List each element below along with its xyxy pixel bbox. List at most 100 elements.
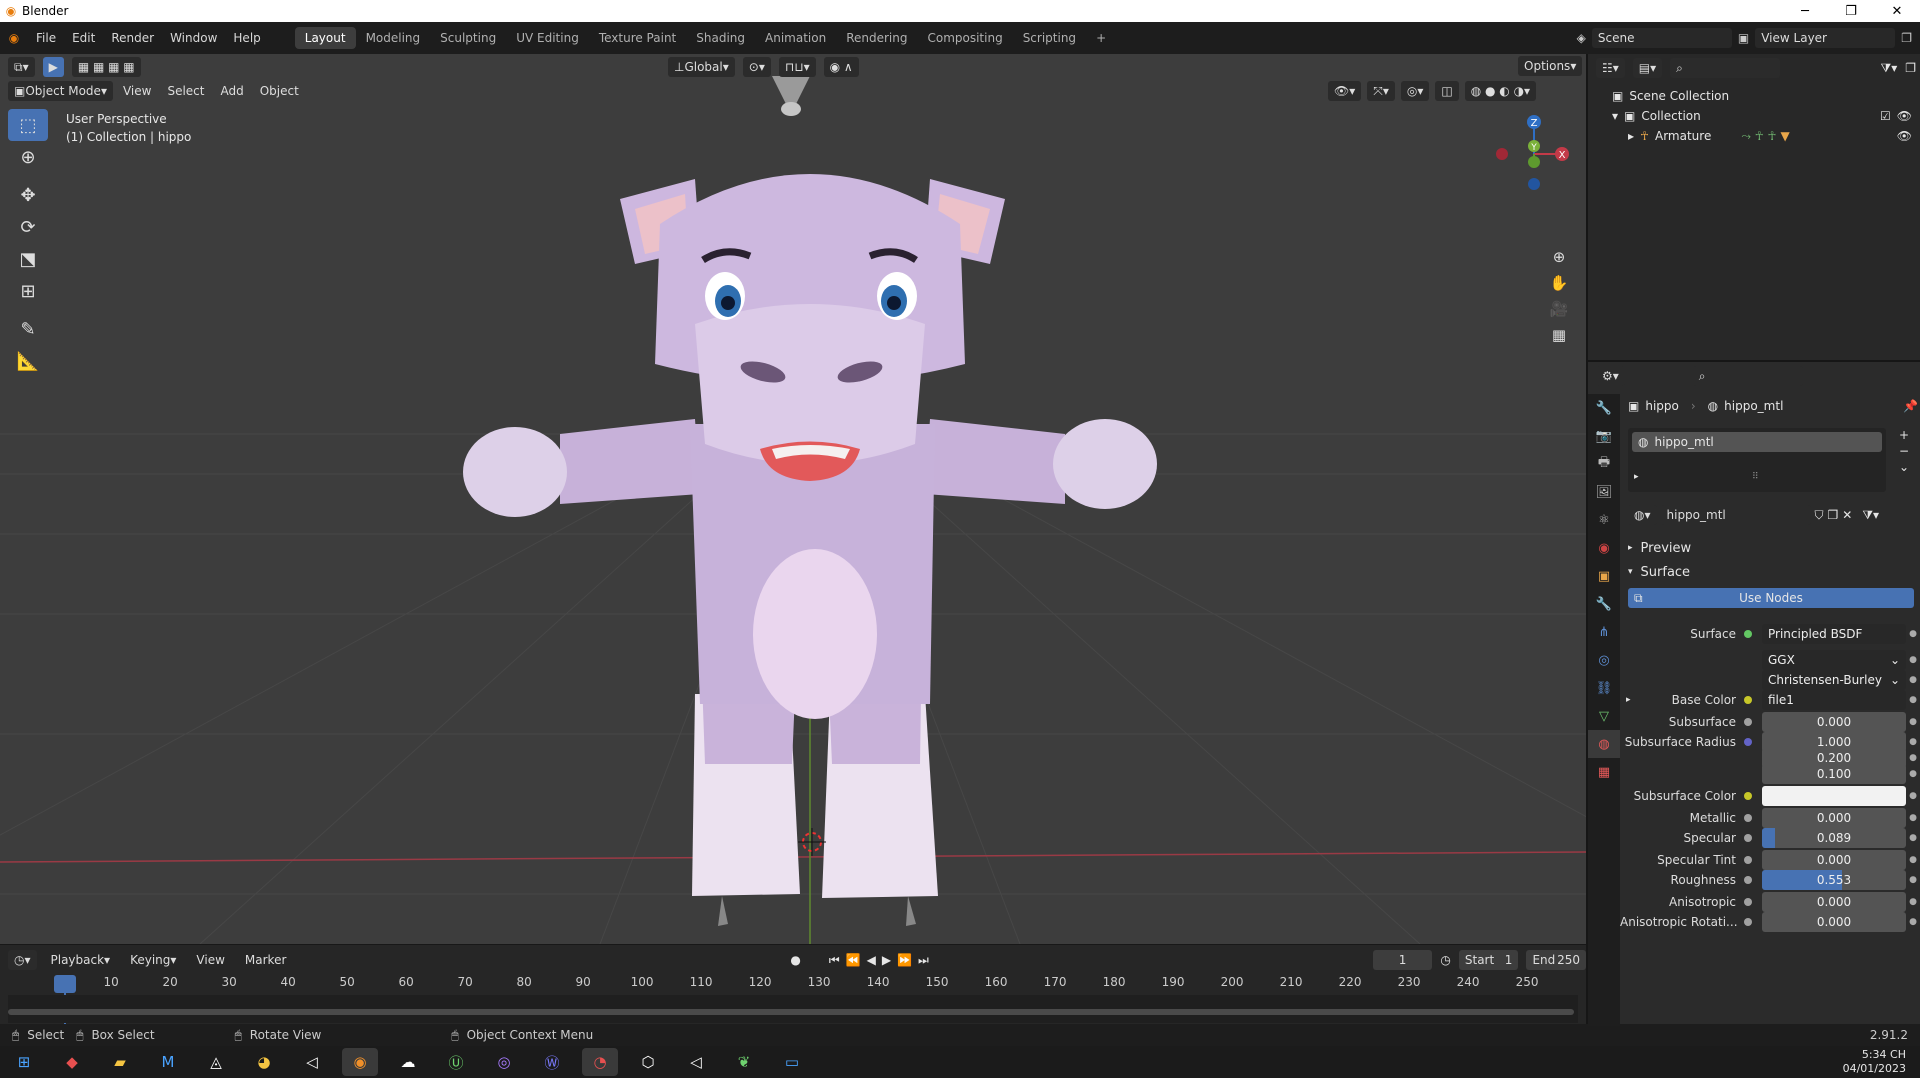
unlink-material-icon[interactable]: ✕ <box>1842 508 1852 522</box>
blender-taskbar-icon[interactable]: ◉ <box>342 1048 378 1076</box>
socket-icon[interactable] <box>1744 754 1752 762</box>
data-tab-icon[interactable]: ▽ <box>1588 702 1620 730</box>
app-cloud-icon[interactable]: ☁ <box>390 1048 426 1076</box>
outliner-editor-type-icon[interactable]: ☷▾ <box>1596 58 1625 78</box>
dropdown-field[interactable]: GGX ⌄ <box>1762 650 1906 670</box>
preview-panel-header[interactable]: ▸ Preview <box>1628 538 1691 558</box>
list-resize-handle-icon[interactable]: ⠿ <box>1752 472 1759 482</box>
expand-right-icon[interactable]: ▸ <box>1628 129 1634 143</box>
constraints-tab-icon[interactable]: ⛓ <box>1588 674 1620 702</box>
socket-icon[interactable] <box>1744 696 1752 704</box>
frame-ruler[interactable]: 1102030405060708090100110120130140150160… <box>8 975 1578 995</box>
tab-compositing[interactable]: Compositing <box>917 27 1012 49</box>
keyframe-dot-icon[interactable]: ● <box>1906 769 1920 779</box>
playhead[interactable] <box>54 975 76 993</box>
tab-sculpting[interactable]: Sculpting <box>430 27 506 49</box>
start-frame-field[interactable]: Start 1 <box>1458 950 1519 970</box>
tab-texture-paint[interactable]: Texture Paint <box>589 27 686 49</box>
socket-icon[interactable] <box>1744 718 1752 726</box>
output-tab-icon[interactable]: 🖶 <box>1588 450 1620 478</box>
app-m-icon[interactable]: M <box>150 1048 186 1076</box>
app-window-icon[interactable]: ▭ <box>774 1048 810 1076</box>
keyframe-dot-icon[interactable]: ● <box>1906 855 1920 865</box>
proportional-edit-icon[interactable]: ◉ ∧ <box>823 57 859 77</box>
app-u-icon[interactable]: Ⓤ <box>438 1048 474 1076</box>
modifier-tab-icon[interactable]: 🔧 <box>1588 590 1620 618</box>
numeric-slider[interactable]: 0.000 <box>1762 850 1906 870</box>
select-box-tool-icon[interactable]: ⬚ <box>8 109 48 141</box>
numeric-slider[interactable]: 0.000 <box>1762 892 1906 912</box>
keyframe-dot-icon[interactable]: ● <box>1906 833 1920 843</box>
zoom-icon[interactable]: ⊕ <box>1546 244 1572 270</box>
socket-icon[interactable] <box>1744 834 1752 842</box>
app-s-icon[interactable]: ◆ <box>54 1048 90 1076</box>
keyframe-dot-icon[interactable]: ● <box>1906 675 1920 685</box>
properties-editor-type-icon[interactable]: ⚙▾ <box>1596 366 1625 386</box>
expand-right-icon[interactable]: ▸ <box>1626 695 1631 705</box>
surface-panel-header[interactable]: ▾ Surface <box>1628 562 1690 582</box>
menu-object[interactable]: Object <box>254 81 305 101</box>
tab-scripting[interactable]: Scripting <box>1013 27 1086 49</box>
socket-icon[interactable] <box>1744 898 1752 906</box>
numeric-slider[interactable]: 0.000 <box>1762 808 1906 828</box>
minimize-button[interactable]: ─ <box>1782 4 1828 19</box>
menu-view[interactable]: View <box>117 81 157 101</box>
inkscape-icon[interactable]: ◬ <box>198 1048 234 1076</box>
outliner-search-input[interactable]: ⌕ <box>1670 58 1781 78</box>
socket-icon[interactable] <box>1744 792 1752 800</box>
shading-mode-icons[interactable]: ◍ ● ◐ ◑▾ <box>1464 81 1537 101</box>
snap-icon[interactable]: ⊓⊔▾ <box>778 57 816 77</box>
unity-icon[interactable]: ◁ <box>294 1048 330 1076</box>
move-tool-icon[interactable]: ✥ <box>8 179 48 211</box>
keyframe-dot-icon[interactable]: ● <box>1906 791 1920 801</box>
close-button[interactable]: ✕ <box>1874 4 1920 19</box>
numeric-slider[interactable]: 0.000 <box>1762 712 1906 732</box>
hippo-model[interactable] <box>460 64 1160 944</box>
socket-icon[interactable] <box>1744 918 1752 926</box>
socket-icon[interactable] <box>1744 656 1752 664</box>
new-view-layer-icon[interactable]: ❐ <box>1901 31 1912 45</box>
timeline-editor-type-icon[interactable]: ◷▾ <box>8 950 37 970</box>
material-browse-icon[interactable]: ◍▾ <box>1628 505 1657 525</box>
outliner-row-collection[interactable]: ▾ ▣ Collection ☑ 👁 <box>1588 106 1918 126</box>
keyframe-dot-icon[interactable]: ● <box>1906 813 1920 823</box>
socket-icon[interactable] <box>1744 676 1752 684</box>
keyframe-dot-icon[interactable]: ● <box>1906 875 1920 885</box>
checkbox-icon[interactable]: ☑ <box>1880 109 1891 123</box>
navigation-gizmo[interactable]: Z Y X ⊕ ✋ 🎥 ▦ <box>1480 104 1570 344</box>
world-tab-icon[interactable]: ◉ <box>1588 534 1620 562</box>
view-layer-tab-icon[interactable]: 🖼 <box>1588 478 1620 506</box>
color-swatch[interactable] <box>1762 786 1906 806</box>
scene-icon[interactable]: ◈ <box>1577 31 1586 45</box>
properties-search-input[interactable]: ⌕ <box>1692 366 1803 386</box>
menu-edit[interactable]: Edit <box>64 31 103 45</box>
outliner-row-armature[interactable]: ▸ ☥ Armature ⤳ ☥ ☥ ▼ 👁 <box>1588 126 1918 146</box>
editor-type-icon[interactable]: ⧉▾ <box>8 57 35 77</box>
view-layer-selector[interactable]: View Layer <box>1755 28 1896 48</box>
current-frame-field[interactable]: 1 <box>1372 950 1433 970</box>
tab-shading[interactable]: Shading <box>686 27 755 49</box>
pin-icon[interactable]: 📌 <box>1903 399 1918 413</box>
numeric-slider[interactable]: 0.553 <box>1762 870 1906 890</box>
tab-animation[interactable]: Animation <box>755 27 836 49</box>
list-expand-icon[interactable]: ▸ <box>1634 472 1639 482</box>
keyframe-dot-icon[interactable]: ● <box>1906 629 1920 639</box>
menu-render[interactable]: Render <box>103 31 162 45</box>
overlay-toggle-icon[interactable]: ◎▾ <box>1400 81 1430 101</box>
material-slot-item[interactable]: ◍ hippo_mtl <box>1632 432 1882 452</box>
visibility-icon[interactable]: 👁▾ <box>1328 81 1362 101</box>
slot-specials-icon[interactable]: ⌄ <box>1899 460 1909 474</box>
keyframe-dot-icon[interactable]: ● <box>1906 897 1920 907</box>
menu-window[interactable]: Window <box>162 31 225 45</box>
maximize-button[interactable]: ❐ <box>1828 4 1874 19</box>
timeline-view-menu[interactable]: View <box>190 950 230 970</box>
tab-modeling[interactable]: Modeling <box>356 27 431 49</box>
socket-icon[interactable] <box>1744 876 1752 884</box>
add-slot-icon[interactable]: + <box>1899 428 1909 442</box>
3d-viewport[interactable]: ⧉▾ ▶ ▦ ▦ ▦ ▦ ⊥ Global ▾ ⊙▾ ⊓⊔▾ ◉ ∧ Optio… <box>0 54 1586 944</box>
timeline-scrollbar[interactable] <box>8 1009 1574 1015</box>
material-name-field[interactable]: hippo_mtl <box>1660 505 1811 525</box>
keying-menu[interactable]: Keying ▾ <box>124 950 182 970</box>
new-collection-icon[interactable]: ❐ <box>1905 61 1916 75</box>
measure-tool-icon[interactable]: 📐 <box>8 345 48 377</box>
